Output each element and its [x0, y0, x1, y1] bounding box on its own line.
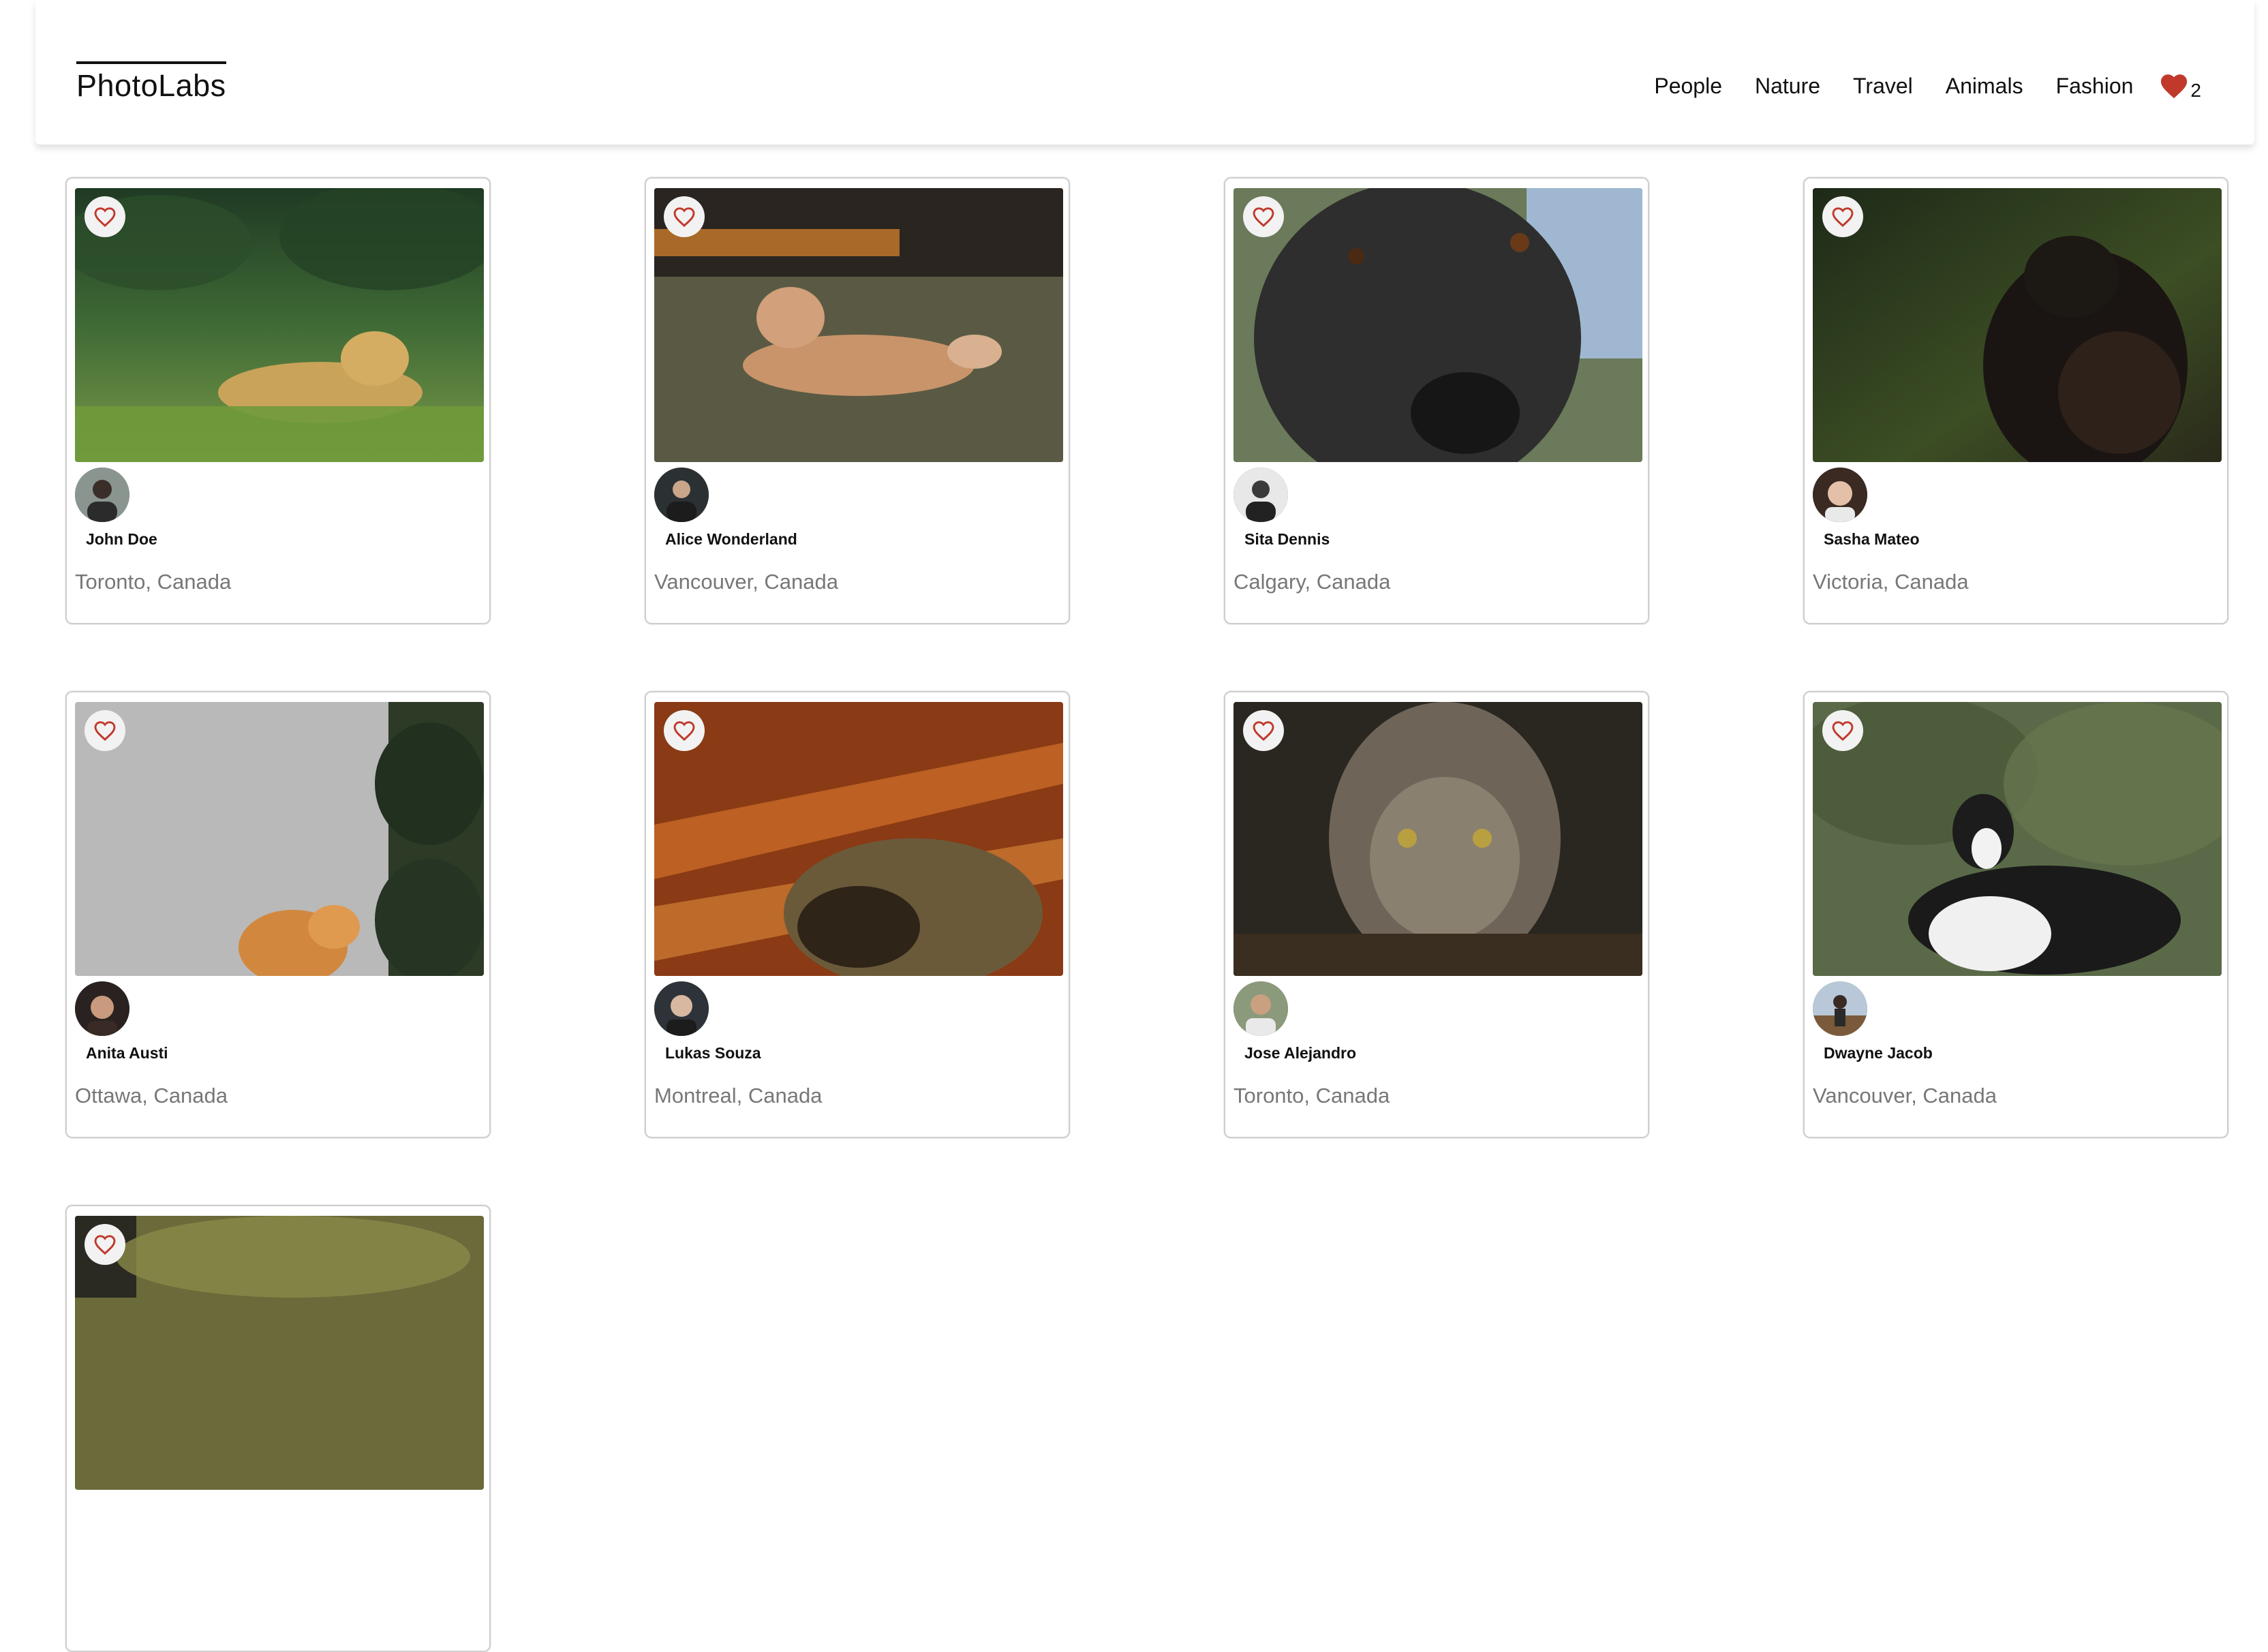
favorite-button[interactable] [85, 1224, 125, 1265]
photo-card[interactable]: Sasha Mateo Victoria, Canada [1803, 177, 2228, 624]
avatar [1813, 468, 1867, 522]
avatar [1813, 981, 1867, 1036]
photo-card[interactable]: Sita Dennis Calgary, Canada [1224, 177, 1649, 624]
photo-card[interactable]: Jose Alejandro Toronto, Canada [1224, 691, 1649, 1138]
user-location: Toronto, Canada [1233, 1084, 1390, 1107]
heart-filled-icon [2161, 74, 2188, 99]
avatar [1233, 981, 1288, 1036]
favorite-button[interactable] [85, 196, 125, 237]
topic-travel[interactable]: Travel [1853, 70, 1913, 102]
user-name: Anita Austi [86, 1044, 168, 1062]
user-location: Montreal, Canada [654, 1084, 823, 1107]
user-location: Ottawa, Canada [75, 1084, 228, 1107]
avatar [654, 981, 709, 1036]
user-name: Lukas Souza [665, 1044, 761, 1062]
photo-card[interactable]: Lukas Souza Montreal, Canada [645, 691, 1070, 1138]
user-location: Vancouver, Canada [1813, 1084, 1997, 1107]
user-location: Vancouver, Canada [654, 570, 839, 594]
user-name: Sita Dennis [1244, 530, 1330, 548]
favorite-button[interactable] [85, 710, 125, 751]
heart-outline-icon [1253, 721, 1274, 741]
user-name: Dwayne Jacob [1824, 1044, 1933, 1062]
heart-outline-icon [673, 721, 695, 741]
photo-image[interactable] [1813, 188, 2222, 462]
user-name: John Doe [86, 530, 157, 548]
favorite-button[interactable] [1243, 710, 1284, 751]
favorite-button[interactable] [1822, 710, 1863, 751]
heart-outline-icon [1832, 721, 1854, 741]
user-location: Victoria, Canada [1813, 570, 1969, 594]
photo-image[interactable] [1233, 702, 1642, 976]
avatar [1233, 468, 1288, 522]
photo-image[interactable] [75, 702, 484, 976]
favorite-button[interactable] [1822, 196, 1863, 237]
avatar [654, 468, 709, 522]
photo-card[interactable]: Alice Wonderland Vancouver, Canada [645, 177, 1070, 624]
photo-image[interactable] [654, 188, 1063, 462]
user-location: Calgary, Canada [1233, 570, 1391, 594]
avatar [75, 981, 129, 1036]
favorites-badge[interactable]: 2 [2159, 70, 2201, 102]
photo-image[interactable] [75, 188, 484, 462]
photo-card[interactable]: Dwayne Jacob Vancouver, Canada [1803, 691, 2228, 1138]
favorite-button[interactable] [1243, 196, 1284, 237]
photo-image[interactable] [1233, 188, 1642, 462]
photo-card[interactable]: John Doe Toronto, Canada [65, 177, 491, 624]
favorite-button[interactable] [664, 196, 705, 237]
user-name: Alice Wonderland [665, 530, 797, 548]
photo-image[interactable] [654, 702, 1063, 976]
heart-outline-icon [673, 207, 695, 228]
avatar [75, 468, 129, 522]
photo-image[interactable] [75, 1216, 484, 1490]
photo-card[interactable]: Anita Austi Ottawa, Canada [65, 691, 491, 1138]
user-location: Toronto, Canada [75, 570, 232, 594]
top-navigation-bar: PhotoLabs People Nature Travel Animals F… [35, 0, 2254, 144]
topic-people[interactable]: People [1654, 70, 1722, 102]
user-name: Jose Alejandro [1244, 1044, 1357, 1062]
topic-nature[interactable]: Nature [1755, 70, 1820, 102]
favorites-count: 2 [2190, 80, 2201, 101]
topic-animals[interactable]: Animals [1946, 70, 2023, 102]
heart-outline-icon [1832, 207, 1854, 228]
heart-outline-icon [94, 1235, 116, 1255]
photo-image[interactable] [1813, 702, 2222, 976]
logo[interactable]: PhotoLabs [76, 61, 226, 105]
topic-list: People Nature Travel Animals Fashion 2 [1654, 70, 2201, 102]
favorite-button[interactable] [664, 710, 705, 751]
topic-fashion[interactable]: Fashion [2056, 70, 2134, 102]
heart-outline-icon [94, 721, 116, 741]
photo-card[interactable] [65, 1205, 491, 1652]
heart-outline-icon [94, 207, 116, 228]
user-name: Sasha Mateo [1824, 530, 1920, 548]
heart-outline-icon [1253, 207, 1274, 228]
